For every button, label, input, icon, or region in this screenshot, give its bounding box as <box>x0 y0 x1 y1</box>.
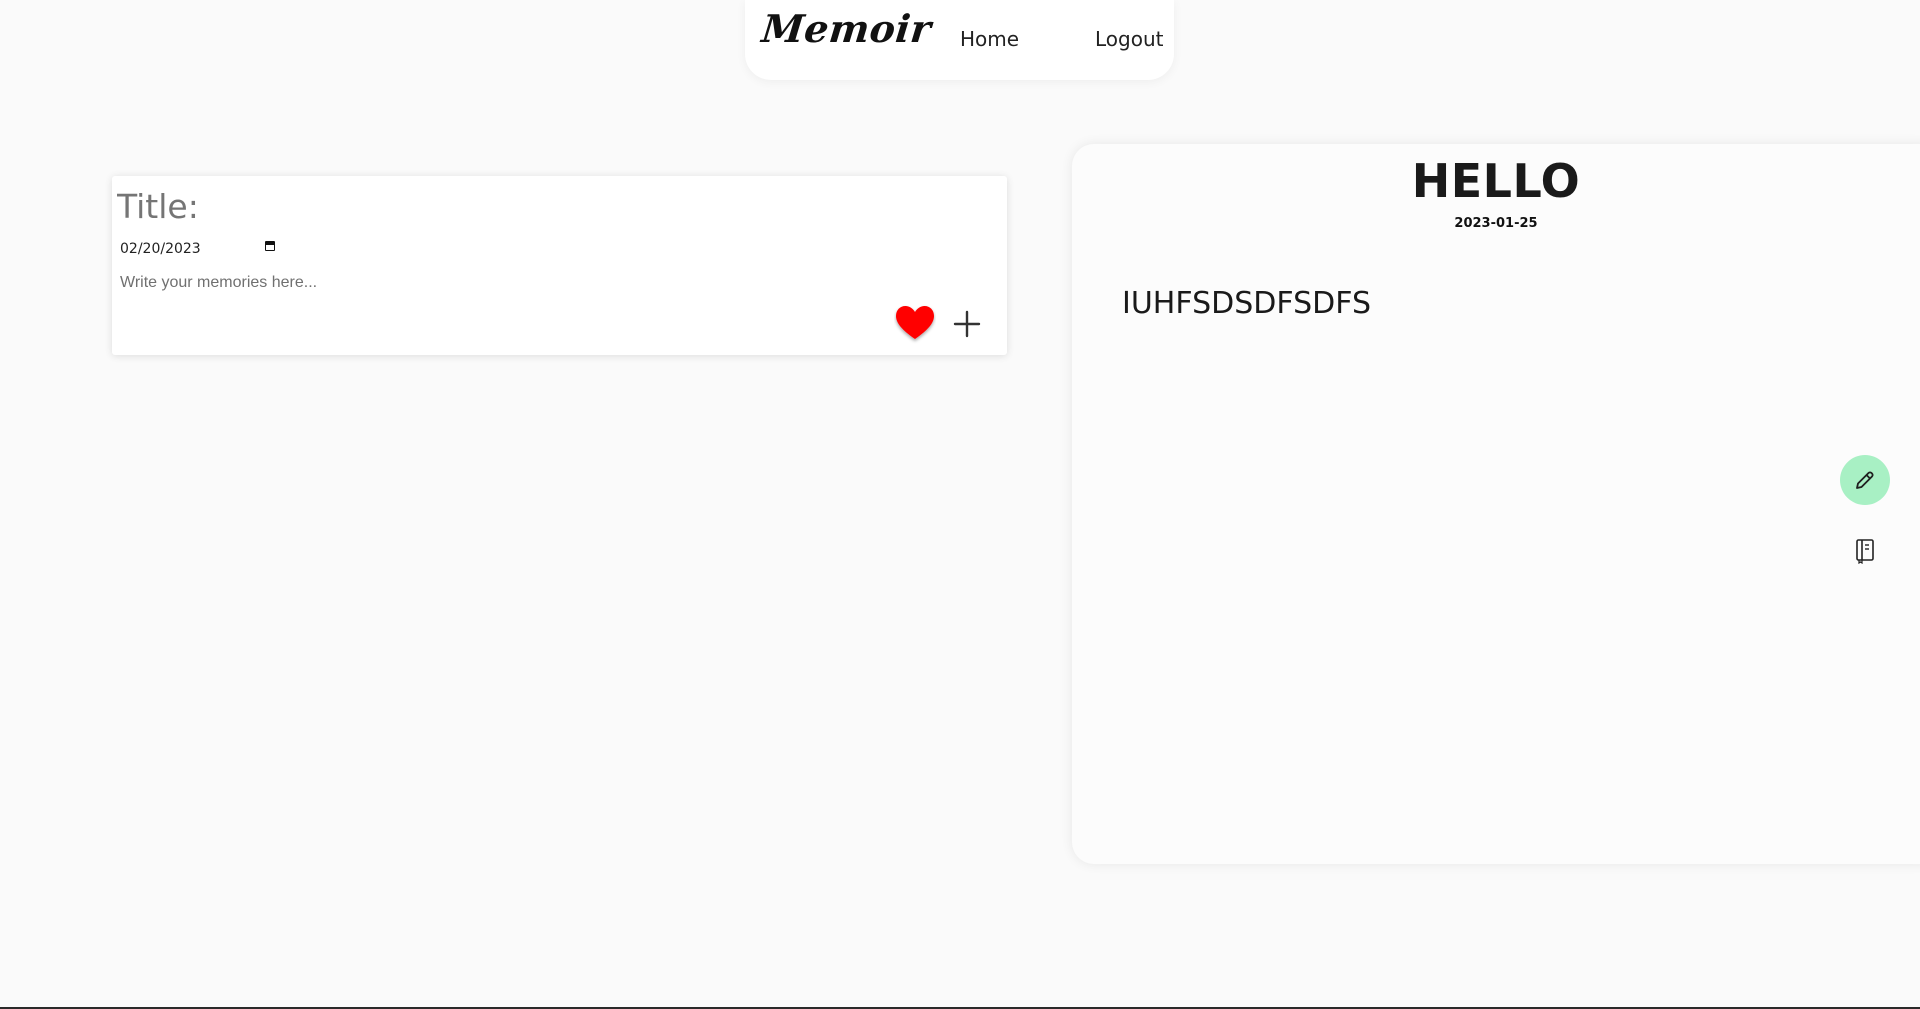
memory-detail-card: HELLO 2023-01-25 IUHFSDSDFSDFS <box>1072 144 1920 864</box>
heart-icon <box>896 306 934 339</box>
top-navbar: Memoir Home Logout <box>745 0 1174 80</box>
date-input[interactable]: 02/20/2023 <box>120 238 280 260</box>
compose-memory-card: 02/20/2023 <box>112 176 1007 355</box>
add-memory-button[interactable] <box>950 307 984 341</box>
title-input[interactable] <box>117 184 717 228</box>
nav-logout-link[interactable]: Logout <box>1095 27 1163 51</box>
memory-title: HELLO <box>1411 154 1581 208</box>
calendar-icon[interactable] <box>265 241 275 251</box>
journal-icon <box>1856 539 1874 564</box>
nav-home-link[interactable]: Home <box>960 27 1019 51</box>
plus-icon <box>953 310 981 338</box>
memory-body: IUHFSDSDFSDFS <box>1122 286 1372 321</box>
edit-button[interactable] <box>1840 455 1890 505</box>
memory-textarea[interactable] <box>120 274 720 298</box>
date-input-value: 02/20/2023 <box>120 241 201 257</box>
pencil-icon <box>1856 471 1874 489</box>
memory-date: 2023-01-25 <box>1454 216 1538 231</box>
favorite-button[interactable] <box>894 304 936 344</box>
brand-logo[interactable]: Memoir <box>760 6 934 51</box>
journal-button[interactable] <box>1851 537 1879 565</box>
